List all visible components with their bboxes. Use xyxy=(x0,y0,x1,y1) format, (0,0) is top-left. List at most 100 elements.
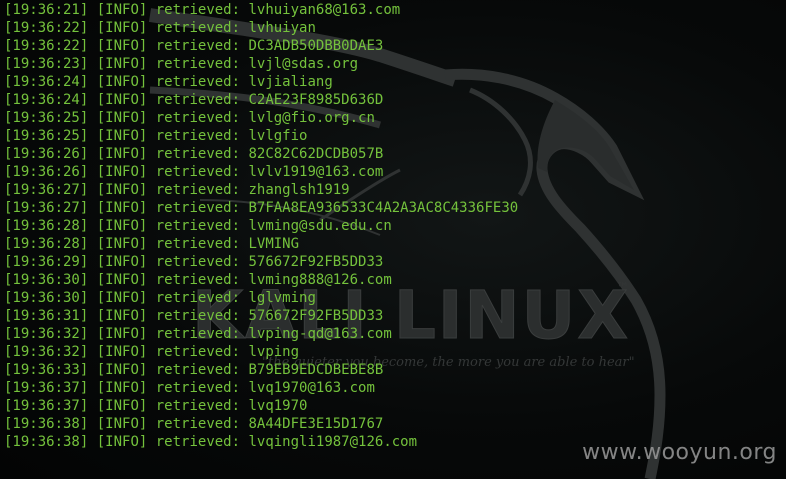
log-level: [INFO] xyxy=(96,398,148,414)
log-line: [19:36:30] [INFO] retrieved: lglvming xyxy=(4,289,518,307)
log-message: retrieved: lvjialiang xyxy=(155,74,333,90)
log-timestamp: [19:36:22] xyxy=(4,20,89,36)
log-message: retrieved: B79EB9EDCDBEBE8B xyxy=(155,362,384,378)
log-message: retrieved: lvq1970 xyxy=(155,398,308,414)
log-line: [19:36:28] [INFO] retrieved: lvming@sdu.… xyxy=(4,217,518,235)
log-timestamp: [19:36:23] xyxy=(4,56,89,72)
log-message: retrieved: lvqingli1987@126.com xyxy=(155,434,418,450)
log-message: retrieved: 82C82C62DCDB057B xyxy=(155,146,384,162)
log-level: [INFO] xyxy=(96,20,148,36)
log-level: [INFO] xyxy=(96,182,148,198)
log-line: [19:36:24] [INFO] retrieved: C2AE23F8985… xyxy=(4,91,518,109)
log-level: [INFO] xyxy=(96,272,148,288)
log-level: [INFO] xyxy=(96,200,148,216)
log-line: [19:36:27] [INFO] retrieved: zhanglsh191… xyxy=(4,181,518,199)
log-line: [19:36:22] [INFO] retrieved: lvhuiyan xyxy=(4,19,518,37)
log-timestamp: [19:36:37] xyxy=(4,398,89,414)
log-level: [INFO] xyxy=(96,92,148,108)
log-message: retrieved: lvhuiyan xyxy=(155,20,316,36)
log-message: retrieved: C2AE23F8985D636D xyxy=(155,92,384,108)
log-timestamp: [19:36:37] xyxy=(4,380,89,396)
log-message: retrieved: 576672F92FB5DD33 xyxy=(155,308,384,324)
log-timestamp: [19:36:28] xyxy=(4,218,89,234)
log-timestamp: [19:36:25] xyxy=(4,110,89,126)
log-timestamp: [19:36:27] xyxy=(4,200,89,216)
log-line: [19:36:24] [INFO] retrieved: lvjialiang xyxy=(4,73,518,91)
log-line: [19:36:33] [INFO] retrieved: B79EB9EDCDB… xyxy=(4,361,518,379)
log-message: retrieved: lvping xyxy=(155,344,300,360)
log-level: [INFO] xyxy=(96,308,148,324)
log-line: [19:36:32] [INFO] retrieved: lvping xyxy=(4,343,518,361)
log-level: [INFO] xyxy=(96,290,148,306)
log-timestamp: [19:36:28] xyxy=(4,236,89,252)
log-message: retrieved: lglvming xyxy=(155,290,316,306)
terminal-output: [19:36:21] [INFO] retrieved: lvhuiyan68@… xyxy=(4,1,518,451)
log-timestamp: [19:36:38] xyxy=(4,434,89,450)
log-level: [INFO] xyxy=(96,254,148,270)
log-message: retrieved: lvjl@sdas.org xyxy=(155,56,359,72)
log-timestamp: [19:36:26] xyxy=(4,146,89,162)
log-level: [INFO] xyxy=(96,74,148,90)
log-level: [INFO] xyxy=(96,146,148,162)
watermark: www.wooyun.org xyxy=(582,440,777,465)
log-message: retrieved: lvming888@126.com xyxy=(155,272,392,288)
log-level: [INFO] xyxy=(96,218,148,234)
log-line: [19:36:25] [INFO] retrieved: lvlgfio xyxy=(4,127,518,145)
log-level: [INFO] xyxy=(96,434,148,450)
log-message: retrieved: lvhuiyan68@163.com xyxy=(155,2,401,18)
log-timestamp: [19:36:24] xyxy=(4,92,89,108)
log-line: [19:36:30] [INFO] retrieved: lvming888@1… xyxy=(4,271,518,289)
log-timestamp: [19:36:29] xyxy=(4,254,89,270)
log-level: [INFO] xyxy=(96,56,148,72)
log-message: retrieved: zhanglsh1919 xyxy=(155,182,350,198)
log-level: [INFO] xyxy=(96,164,148,180)
log-level: [INFO] xyxy=(96,110,148,126)
log-timestamp: [19:36:22] xyxy=(4,38,89,54)
log-line: [19:36:31] [INFO] retrieved: 576672F92FB… xyxy=(4,307,518,325)
log-message: retrieved: lvping-qd@163.com xyxy=(155,326,392,342)
log-line: [19:36:37] [INFO] retrieved: lvq1970@163… xyxy=(4,379,518,397)
log-line: [19:36:29] [INFO] retrieved: 576672F92FB… xyxy=(4,253,518,271)
log-level: [INFO] xyxy=(96,128,148,144)
log-line: [19:36:22] [INFO] retrieved: DC3ADB50DBB… xyxy=(4,37,518,55)
log-timestamp: [19:36:33] xyxy=(4,362,89,378)
log-level: [INFO] xyxy=(96,416,148,432)
log-timestamp: [19:36:32] xyxy=(4,344,89,360)
log-line: [19:36:37] [INFO] retrieved: lvq1970 xyxy=(4,397,518,415)
log-timestamp: [19:36:21] xyxy=(4,2,89,18)
log-level: [INFO] xyxy=(96,344,148,360)
log-message: retrieved: LVMING xyxy=(155,236,300,252)
trademark-symbol: ™ xyxy=(616,281,629,296)
log-line: [19:36:38] [INFO] retrieved: 8A44DFE3E15… xyxy=(4,415,518,433)
log-timestamp: [19:36:30] xyxy=(4,272,89,288)
log-line: [19:36:26] [INFO] retrieved: lvlv1919@16… xyxy=(4,163,518,181)
log-message: retrieved: lvlg@fio.org.cn xyxy=(155,110,375,126)
log-timestamp: [19:36:24] xyxy=(4,74,89,90)
log-level: [INFO] xyxy=(96,326,148,342)
log-level: [INFO] xyxy=(96,362,148,378)
log-message: retrieved: 8A44DFE3E15D1767 xyxy=(155,416,384,432)
log-timestamp: [19:36:25] xyxy=(4,128,89,144)
log-line: [19:36:27] [INFO] retrieved: B7FAA8EA936… xyxy=(4,199,518,217)
log-timestamp: [19:36:26] xyxy=(4,164,89,180)
log-timestamp: [19:36:38] xyxy=(4,416,89,432)
log-message: retrieved: B7FAA8EA936533C4A2A3AC8C4336F… xyxy=(155,200,519,216)
log-level: [INFO] xyxy=(96,2,148,18)
log-line: [19:36:25] [INFO] retrieved: lvlg@fio.or… xyxy=(4,109,518,127)
log-timestamp: [19:36:27] xyxy=(4,182,89,198)
log-line: [19:36:23] [INFO] retrieved: lvjl@sdas.o… xyxy=(4,55,518,73)
log-level: [INFO] xyxy=(96,236,148,252)
log-message: retrieved: DC3ADB50DBB0DAE3 xyxy=(155,38,384,54)
log-message: retrieved: lvming@sdu.edu.cn xyxy=(155,218,392,234)
log-message: retrieved: lvq1970@163.com xyxy=(155,380,375,396)
log-level: [INFO] xyxy=(96,38,148,54)
log-line: [19:36:38] [INFO] retrieved: lvqingli198… xyxy=(4,433,518,451)
log-timestamp: [19:36:31] xyxy=(4,308,89,324)
log-message: retrieved: lvlv1919@163.com xyxy=(155,164,384,180)
log-line: [19:36:21] [INFO] retrieved: lvhuiyan68@… xyxy=(4,1,518,19)
log-line: [19:36:28] [INFO] retrieved: LVMING xyxy=(4,235,518,253)
log-timestamp: [19:36:30] xyxy=(4,290,89,306)
log-line: [19:36:32] [INFO] retrieved: lvping-qd@1… xyxy=(4,325,518,343)
log-line: [19:36:26] [INFO] retrieved: 82C82C62DCD… xyxy=(4,145,518,163)
terminal-window[interactable]: KALI LINUX ™ "the quieter you become, th… xyxy=(0,0,786,479)
